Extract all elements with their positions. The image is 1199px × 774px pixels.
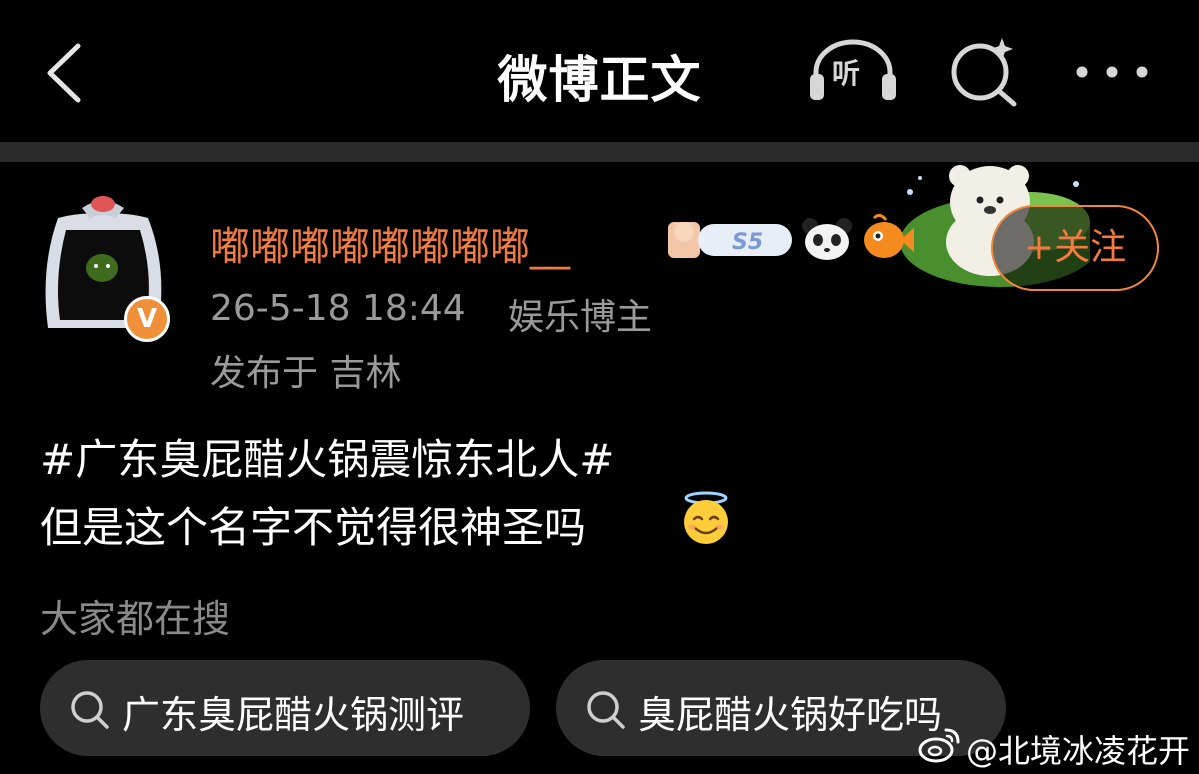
follow-button[interactable]: +关注 (991, 205, 1159, 291)
watermark-text: @北境冰凌花开 (966, 732, 1191, 770)
post-text: 但是这个名字不觉得很神圣吗 (40, 503, 587, 552)
post-location: 发布于 吉林 (210, 353, 402, 394)
hot-search-label: 大家都在搜 (40, 597, 231, 641)
weibo-logo-icon (918, 728, 960, 763)
level-badge: S5 (668, 222, 792, 258)
hot-search-item-label: 臭屁醋火锅好吃吗 (638, 693, 943, 737)
more-button[interactable] (1070, 52, 1154, 92)
section-divider (0, 142, 1199, 162)
panda-icon (802, 218, 852, 260)
post-hashtag[interactable]: #广东臭屁醋火锅震惊东北人# (40, 426, 614, 487)
search-sparkle-icon (951, 38, 1017, 107)
search-button[interactable] (944, 34, 1024, 110)
verified-badge: V (124, 296, 170, 342)
listen-button[interactable]: 听 (806, 34, 900, 106)
hot-search-item[interactable]: 广东臭屁醋火锅测评 (40, 660, 530, 756)
more-dots-icon (1076, 66, 1148, 78)
nav-bar: 微博正文 听 (0, 0, 1199, 142)
search-icon (587, 691, 625, 729)
listen-icon-label: 听 (832, 57, 861, 90)
author-name[interactable]: 嘟嘟嘟嘟嘟嘟嘟嘟__ (210, 214, 570, 272)
search-icon (71, 691, 109, 729)
post-timestamp: 26-5-18 18:44 (210, 288, 466, 329)
fish-icon (864, 213, 914, 258)
angel-emoji-icon (684, 491, 728, 544)
level-badge-text: S5 (732, 230, 763, 255)
hot-search-item-label: 广东臭屁醋火锅测评 (122, 693, 465, 737)
author-role: 娱乐博主 (508, 297, 653, 338)
